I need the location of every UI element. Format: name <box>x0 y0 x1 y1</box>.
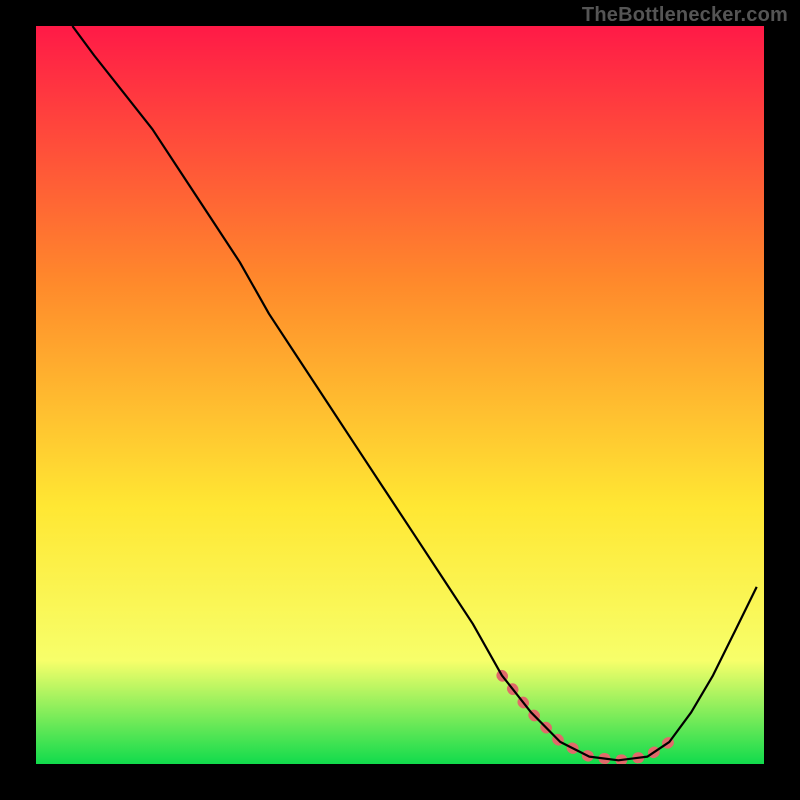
chart-svg <box>36 26 764 764</box>
bottleneck-chart <box>36 26 764 764</box>
attribution-text: TheBottlenecker.com <box>582 4 788 27</box>
chart-background-gradient <box>36 26 764 764</box>
